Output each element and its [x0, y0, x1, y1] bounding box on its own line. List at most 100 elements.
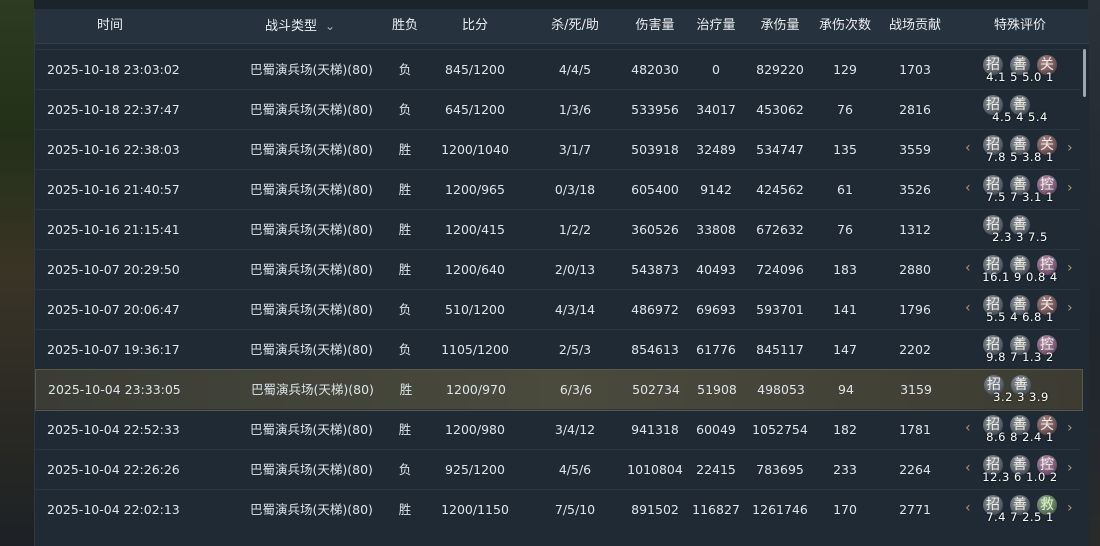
- row-damage: 533956: [631, 102, 679, 117]
- row-contribution: 2264: [899, 462, 931, 477]
- col-kda: 杀/死/助: [551, 18, 599, 33]
- table-row[interactable]: 2025-10-16 21:40:57 巴蜀演兵场(天梯)(80) 胜 1200/96…: [35, 169, 1081, 210]
- row-taken-count: 76: [837, 102, 853, 117]
- row-heal: 69693: [696, 302, 736, 317]
- row-contribution: 2202: [899, 342, 931, 357]
- special-rating[interactable]: ‹ › 招善关 5.5 4 6.8 1: [965, 295, 1075, 327]
- table-row[interactable]: 2025-10-16 22:38:03 巴蜀演兵场(天梯)(80) 胜 1200/10…: [35, 129, 1081, 170]
- special-rating[interactable]: 招善 2.3 3 7.5: [965, 215, 1075, 247]
- row-battle-type: 巴蜀演兵场(天梯)(80): [250, 462, 373, 477]
- special-rating[interactable]: 招善 4.5 4 5.4: [965, 95, 1075, 127]
- table-header: 时间 战斗类型 ⌄ 胜负 比分 杀/死/助 伤害量 治疗量 承伤量 承伤次数 战场…: [35, 9, 1089, 44]
- row-contribution: 3159: [900, 382, 932, 397]
- row-kda: 4/3/14: [554, 302, 596, 317]
- row-taken: 672632: [756, 222, 804, 237]
- col-damage: 伤害量: [635, 18, 675, 33]
- row-taken: 724096: [756, 262, 804, 277]
- row-taken: 783695: [756, 462, 804, 477]
- table-row[interactable]: 2025-10-04 22:26:26 巴蜀演兵场(天梯)(80) 负 925/120…: [35, 449, 1081, 490]
- row-time: 2025-10-04 22:52:33: [47, 422, 180, 437]
- row-score: 1200/415: [445, 222, 505, 237]
- table-row[interactable]: 2025-10-04 22:02:13 巴蜀演兵场(天梯)(80) 胜 1200/11…: [35, 489, 1081, 530]
- row-heal: 60049: [696, 422, 736, 437]
- table-row[interactable]: 2025-10-18 23:03:02 巴蜀演兵场(天梯)(80) 负 845/120…: [35, 49, 1081, 90]
- row-score: 1200/965: [445, 182, 505, 197]
- special-rating[interactable]: 招善 3.2 3 3.9: [966, 375, 1076, 407]
- row-kda: 3/1/7: [558, 142, 592, 157]
- special-rating[interactable]: ‹ › 招善控 16.1 9 0.8 4: [965, 255, 1075, 287]
- special-rating[interactable]: ‹ › 招善关 8.6 8 2.4 1: [965, 415, 1075, 447]
- table-row[interactable]: 2025-10-07 20:29:50 巴蜀演兵场(天梯)(80) 胜 1200/64…: [35, 249, 1081, 290]
- row-taken: 534747: [756, 142, 804, 157]
- row-taken: 453062: [756, 102, 804, 117]
- row-taken: 1052754: [752, 422, 808, 437]
- row-contribution: 1781: [899, 422, 931, 437]
- row-heal: 116827: [692, 502, 740, 517]
- special-rating[interactable]: ‹ › 招善关 7.8 5 3.8 1: [965, 135, 1075, 167]
- rating-values: 12.3 6 1.0 2: [982, 470, 1058, 484]
- col-taken: 承伤量: [760, 18, 800, 33]
- row-battle-type: 巴蜀演兵场(天梯)(80): [250, 302, 373, 317]
- row-heal: 32489: [696, 142, 736, 157]
- rating-values: 7.8 5 3.8 1: [986, 150, 1054, 164]
- row-damage: 605400: [631, 182, 679, 197]
- row-kda: 7/5/10: [554, 502, 596, 517]
- special-rating[interactable]: ‹ › 招善救 7.4 7 2.5 1: [965, 495, 1075, 527]
- row-damage: 891502: [631, 502, 679, 517]
- special-rating[interactable]: ‹ › 招善控 7.5 7 3.1 1: [965, 175, 1075, 207]
- special-rating[interactable]: 招善控 9.8 7 1.3 2: [965, 335, 1075, 367]
- window-edge: [1088, 0, 1100, 546]
- row-contribution: 1796: [899, 302, 931, 317]
- row-taken-count: 183: [833, 262, 857, 277]
- row-heal: 40493: [696, 262, 736, 277]
- row-score: 1200/1150: [441, 502, 509, 517]
- chevron-down-icon[interactable]: ⌄: [325, 9, 335, 43]
- row-kda: 2/0/13: [554, 262, 596, 277]
- rating-values: 2.3 3 7.5: [992, 230, 1048, 244]
- rating-values: 7.5 7 3.1 1: [986, 190, 1054, 204]
- special-rating[interactable]: ‹ › 招善控 12.3 6 1.0 2: [965, 455, 1075, 487]
- row-score: 1200/640: [445, 262, 505, 277]
- table-row[interactable]: 2025-10-04 22:52:33 巴蜀演兵场(天梯)(80) 胜 1200/98…: [35, 409, 1081, 450]
- row-result: 胜: [398, 182, 412, 197]
- row-battle-type: 巴蜀演兵场(天梯)(80): [250, 142, 373, 157]
- row-taken-count: 141: [833, 302, 857, 317]
- row-contribution: 2771: [899, 502, 931, 517]
- row-result: 胜: [398, 222, 412, 237]
- row-score: 1200/970: [446, 382, 506, 397]
- row-taken: 498053: [757, 382, 805, 397]
- special-rating[interactable]: 招善关 4.1 5 5.0 1: [965, 55, 1075, 87]
- col-score: 比分: [461, 18, 489, 33]
- row-battle-type: 巴蜀演兵场(天梯)(80): [250, 182, 373, 197]
- col-result: 胜负: [391, 18, 419, 33]
- row-heal: 61776: [696, 342, 736, 357]
- rating-values: 9.8 7 1.3 2: [986, 350, 1054, 364]
- table-row[interactable]: 2025-10-18 22:37:47 巴蜀演兵场(天梯)(80) 负 645/120…: [35, 89, 1081, 130]
- row-kda: 6/3/6: [559, 382, 593, 397]
- row-time: 2025-10-18 22:37:47: [47, 102, 180, 117]
- row-battle-type: 巴蜀演兵场(天梯)(80): [250, 102, 373, 117]
- row-kda: 1/3/6: [558, 102, 592, 117]
- rating-values: 3.2 3 3.9: [993, 390, 1049, 404]
- rating-values: 4.1 5 5.0 1: [986, 70, 1054, 84]
- row-contribution: 2816: [899, 102, 931, 117]
- table-row[interactable]: 2025-10-07 19:36:17 巴蜀演兵场(天梯)(80) 负 1105/12…: [35, 329, 1081, 370]
- table-row[interactable]: 2025-10-16 21:15:41 巴蜀演兵场(天梯)(80) 胜 1200/41…: [35, 209, 1081, 250]
- table-row[interactable]: 2025-10-07 20:06:47 巴蜀演兵场(天梯)(80) 负 510/120…: [35, 289, 1081, 330]
- row-taken: 829220: [756, 62, 804, 77]
- row-contribution: 2880: [899, 262, 931, 277]
- row-heal: 51908: [697, 382, 737, 397]
- rating-values: 4.5 4 5.4: [992, 110, 1048, 124]
- table-row[interactable]: 2025-10-04 23:33:05 巴蜀演兵场(天梯)(80) 胜 1200/97…: [35, 369, 1083, 411]
- row-taken-count: 170: [833, 502, 857, 517]
- col-battle-type[interactable]: 战斗类型 ⌄: [265, 9, 335, 43]
- col-heal: 治疗量: [696, 18, 736, 33]
- row-time: 2025-10-07 19:36:17: [47, 342, 180, 357]
- row-time: 2025-10-04 22:26:26: [47, 462, 180, 477]
- col-battle-type-label: 战斗类型: [264, 19, 317, 34]
- row-damage: 482030: [631, 62, 679, 77]
- row-taken: 593701: [756, 302, 804, 317]
- scrollbar[interactable]: [1083, 49, 1086, 97]
- background-scenery: [0, 0, 34, 546]
- row-score: 1200/980: [445, 422, 505, 437]
